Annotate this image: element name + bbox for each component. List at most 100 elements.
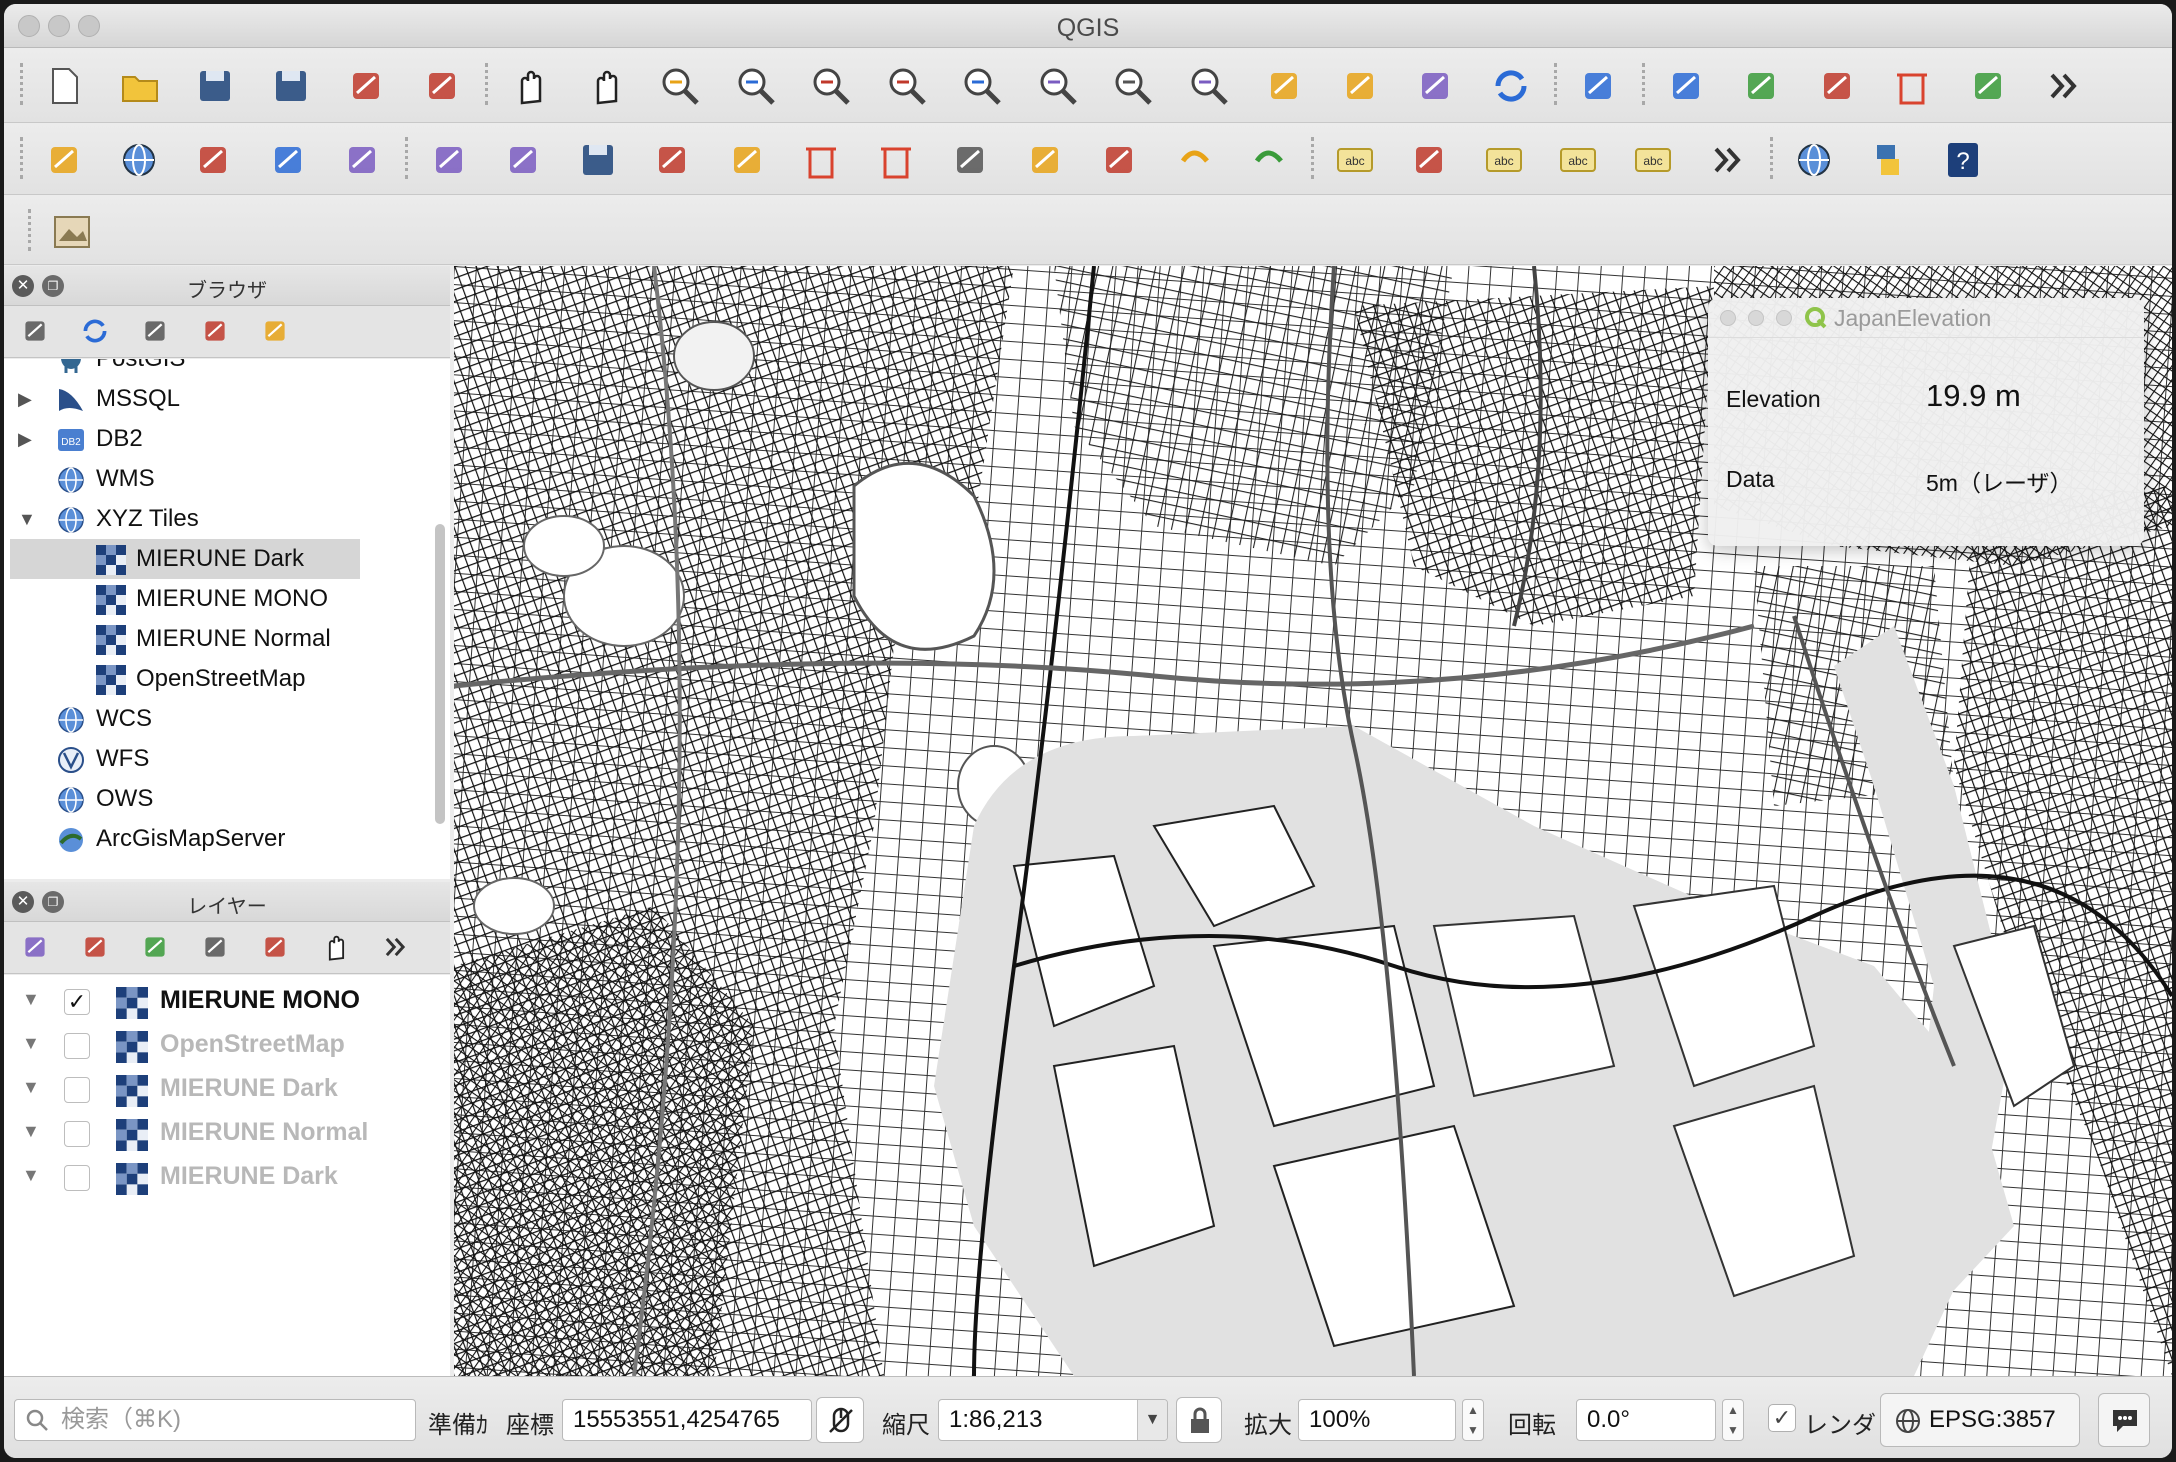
python-console-button[interactable] [1862, 135, 1914, 185]
scale-combobox[interactable]: 1:86,213 ▼ [938, 1399, 1168, 1441]
new-map-view-button[interactable] [1409, 61, 1461, 111]
new-print-layout-button[interactable] [340, 61, 392, 111]
magnifier-field[interactable]: 100% [1298, 1399, 1456, 1441]
cut-features-button[interactable] [944, 135, 996, 185]
zoom-full-button[interactable] [881, 61, 933, 111]
new-bookmark-button[interactable] [1258, 61, 1310, 111]
pan-to-selection-button[interactable] [579, 61, 631, 111]
chevron-down-icon[interactable]: ▼ [18, 499, 38, 539]
browser-item[interactable]: MIERUNE Normal [4, 619, 434, 659]
layer-item[interactable]: ▼ MIERUNE Normal [4, 1111, 450, 1155]
magnifier-stepper[interactable]: ▲ ▼ [1462, 1399, 1484, 1441]
browser-item[interactable]: ArcGisMapServer [4, 819, 434, 859]
filter-legend-button[interactable] [198, 930, 236, 966]
toolbar-grip[interactable] [485, 63, 489, 105]
toolbar-grip[interactable] [28, 209, 32, 251]
chevron-down-icon[interactable]: ▼ [22, 1077, 40, 1098]
toggle-editing-button[interactable] [497, 135, 549, 185]
zoom-to-selection-button[interactable] [956, 61, 1008, 111]
manage-visibility-button[interactable] [138, 930, 176, 966]
browser-item[interactable]: ▶ DB2 DB2 [4, 419, 434, 459]
browser-item[interactable]: WCS [4, 699, 434, 739]
open-attribute-table-button[interactable] [1962, 61, 2014, 111]
chevron-down-icon[interactable]: ▼ [22, 989, 40, 1010]
add-vector-layer-button[interactable] [38, 135, 90, 185]
browser-item[interactable]: OWS [4, 779, 434, 819]
browser-item[interactable]: PostGIS [4, 359, 434, 379]
properties-button[interactable] [258, 314, 296, 350]
overflow-button[interactable] [1701, 135, 1753, 185]
deselect-button[interactable] [1886, 61, 1938, 111]
chevron-down-icon[interactable]: ▼ [22, 1165, 40, 1186]
zoom-native-button[interactable] [805, 61, 857, 111]
diagram-button[interactable] [1403, 135, 1455, 185]
new-project-button[interactable] [38, 61, 90, 111]
save-project-button[interactable] [189, 61, 241, 111]
layer-item[interactable]: ▼ MIERUNE Dark [4, 1067, 450, 1111]
layer-item[interactable]: ▼ MIERUNE Dark [4, 1155, 450, 1199]
refresh-button[interactable] [78, 314, 116, 350]
pan-button[interactable] [503, 61, 555, 111]
overflow-button[interactable] [378, 930, 416, 966]
layer-item[interactable]: ▼ OpenStreetMap [4, 1023, 450, 1067]
identify-button[interactable] [1572, 61, 1624, 111]
popup-minimize-button[interactable] [1748, 310, 1764, 326]
delete-selected-button[interactable] [870, 135, 922, 185]
zoom-out-button[interactable] [730, 61, 782, 111]
browser-item[interactable]: MIERUNE Dark [10, 539, 360, 579]
undo-button[interactable] [1168, 135, 1220, 185]
show-bookmarks-button[interactable] [1334, 61, 1386, 111]
locator-search-input[interactable]: 検索（⌘K) [14, 1399, 416, 1441]
filter-button[interactable] [138, 314, 176, 350]
add-delimited-text-button[interactable] [187, 135, 239, 185]
browser-item[interactable]: WMS [4, 459, 434, 499]
zoom-last-button[interactable] [1107, 61, 1159, 111]
pin-labels-button[interactable]: abc [1552, 135, 1604, 185]
crs-button[interactable]: EPSG:3857 [1880, 1393, 2080, 1447]
digitize-button[interactable] [646, 135, 698, 185]
delete-part-button[interactable] [795, 135, 847, 185]
image-button[interactable] [46, 207, 98, 257]
lock-scale-button[interactable] [1176, 1397, 1222, 1443]
expand-all-button[interactable] [318, 930, 356, 966]
add-selected-layers-button[interactable] [18, 314, 56, 350]
browser-item[interactable]: ▼ XYZ Tiles [4, 499, 434, 539]
save-as-button[interactable] [265, 61, 317, 111]
copy-features-button[interactable] [1019, 135, 1071, 185]
chevron-down-icon[interactable]: ▼ [22, 1033, 40, 1054]
add-virtual-layer-button[interactable] [336, 135, 388, 185]
popup-close-button[interactable] [1720, 310, 1736, 326]
popup-zoom-button[interactable] [1776, 310, 1792, 326]
zoom-in-button[interactable] [654, 61, 706, 111]
toolbar-grip[interactable] [1554, 63, 1558, 105]
help-button[interactable]: ? [1937, 135, 1989, 185]
toolbar-grip[interactable] [20, 137, 24, 179]
toolbar-grip[interactable] [404, 137, 409, 179]
chevron-down-icon[interactable]: ▼ [22, 1121, 40, 1142]
zoom-next-button[interactable] [1183, 61, 1235, 111]
run-action-button[interactable] [1660, 61, 1712, 111]
render-checkbox[interactable]: ✓ [1768, 1404, 1796, 1432]
refresh-button[interactable] [1485, 61, 1537, 111]
metasearch-button[interactable] [1788, 135, 1840, 185]
chevron-down-icon[interactable]: ▼ [1137, 1400, 1167, 1440]
rotation-field[interactable]: 0.0° [1576, 1399, 1716, 1441]
toolbar-grip[interactable] [1769, 137, 1774, 179]
open-project-button[interactable] [114, 61, 166, 111]
toolbar-grip[interactable] [1641, 63, 1646, 105]
redo-button[interactable] [1242, 135, 1294, 185]
toggle-extents-button[interactable] [816, 1397, 864, 1443]
label-toolbar-button[interactable]: abc [1329, 135, 1381, 185]
layer-visibility-checkbox[interactable] [64, 1033, 90, 1059]
paste-features-button[interactable] [1093, 135, 1145, 185]
chevron-right-icon[interactable]: ▶ [18, 419, 38, 459]
add-raster-layer-button[interactable] [113, 135, 165, 185]
select-by-expression-button[interactable] [1811, 61, 1863, 111]
style-manager-button[interactable] [416, 61, 468, 111]
add-spatialite-button[interactable] [262, 135, 314, 185]
highlight-labels-button[interactable]: abc [1478, 135, 1530, 185]
filter-by-expression-button[interactable] [258, 930, 296, 966]
add-group-button[interactable] [78, 930, 116, 966]
browser-item[interactable]: ▶ MSSQL [4, 379, 434, 419]
chevron-right-icon[interactable]: ▶ [18, 379, 38, 419]
